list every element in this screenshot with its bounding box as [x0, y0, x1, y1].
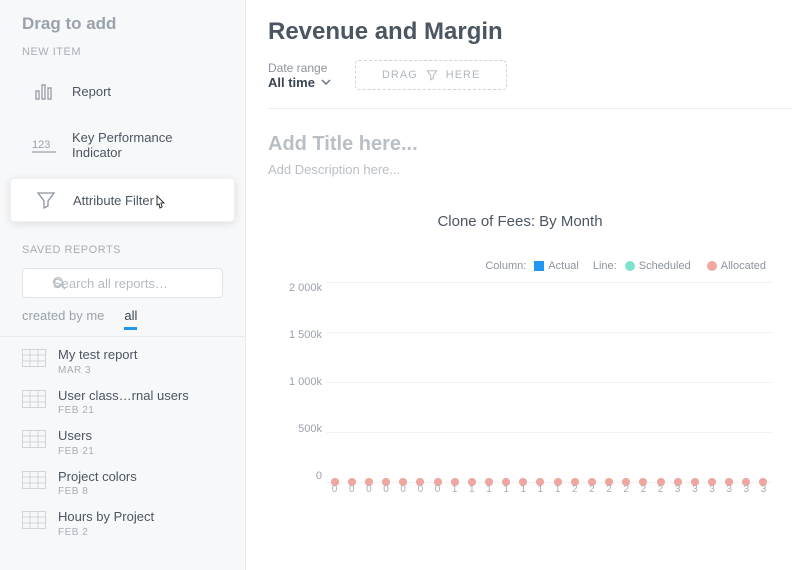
- saved-report-list[interactable]: My test report MAR 3 User class…rnal users…: [0, 336, 245, 570]
- new-item-label: Report: [72, 84, 111, 99]
- new-item-attribute-filter[interactable]: Attribute Filter: [10, 178, 235, 222]
- saved-report-date: MAR 3: [58, 365, 137, 376]
- date-range-label: Date range: [268, 61, 331, 75]
- svg-text:123: 123: [32, 139, 50, 151]
- saved-reports-section-label: SAVED REPORTS: [0, 240, 245, 264]
- search-icon: [52, 276, 66, 290]
- saved-report-date: FEB 21: [58, 405, 189, 416]
- saved-report-date: FEB 21: [58, 446, 94, 457]
- tab-created-by-me[interactable]: created by me: [22, 308, 104, 330]
- table-icon: [22, 349, 46, 367]
- kpi-123-icon: 123: [32, 134, 58, 156]
- legend-swatch-scheduled: [625, 261, 635, 271]
- saved-report-date: FEB 8: [58, 486, 137, 497]
- chevron-down-icon: [321, 79, 331, 85]
- chart-series-allocated: [326, 282, 772, 482]
- date-range-value: All time: [268, 75, 315, 90]
- chart-title: Clone of Fees: By Month: [268, 213, 772, 230]
- saved-report-name: Users: [58, 428, 94, 444]
- new-item-kpi[interactable]: 123 Key Performance Indicator: [10, 120, 235, 170]
- saved-report-name: My test report: [58, 347, 137, 363]
- chart-plot-area: 2 000k1 500k1 000k500k0 0000000111111122…: [326, 282, 772, 502]
- saved-report-item[interactable]: User class…rnal usersFEB 21: [0, 382, 245, 423]
- bar-chart-icon: [32, 80, 58, 102]
- drag-filter-dropzone[interactable]: DRAG HERE: [355, 60, 507, 90]
- chart-legend: Column: Actual Line: Scheduled Allocated: [268, 260, 772, 272]
- legend-swatch-allocated: [707, 261, 717, 271]
- table-icon: [22, 430, 46, 448]
- sidebar: Drag to add NEW ITEM Report 123 Key Perf…: [0, 0, 246, 570]
- widget-title-placeholder[interactable]: Add Title here...: [268, 133, 792, 156]
- drag-here-text-right: HERE: [446, 69, 481, 81]
- saved-report-item[interactable]: Users FEB 21: [0, 422, 245, 463]
- legend-series-actual: Actual: [548, 260, 579, 272]
- chart-widget: Clone of Fees: By Month Column: Actual L…: [268, 213, 792, 502]
- cursor-icon: [152, 195, 168, 213]
- date-range-filter[interactable]: Date range All time: [268, 61, 331, 90]
- saved-report-date: FEB 2: [58, 527, 154, 538]
- drag-to-add-heading: Drag to add: [0, 10, 245, 42]
- tab-all[interactable]: all: [124, 308, 137, 330]
- saved-report-name: Project colors: [58, 469, 137, 485]
- page-title: Revenue and Margin: [268, 18, 792, 46]
- legend-series-allocated: Allocated: [721, 260, 766, 272]
- drag-here-text-left: DRAG: [382, 69, 418, 81]
- table-icon: [22, 390, 46, 408]
- new-item-section-label: NEW ITEM: [0, 42, 245, 66]
- legend-series-scheduled: Scheduled: [639, 260, 691, 272]
- filter-bar: Date range All time DRAG HERE: [268, 60, 792, 109]
- saved-report-item[interactable]: Hours by Project FEB 2: [0, 503, 245, 544]
- funnel-icon: [426, 69, 438, 81]
- table-icon: [22, 471, 46, 489]
- x-axis-labels: 00000001111111222222333333: [326, 484, 772, 502]
- saved-reports-tabs: created by me all: [0, 308, 245, 336]
- saved-report-item[interactable]: My test report MAR 3: [0, 341, 245, 382]
- funnel-icon: [33, 189, 59, 211]
- new-item-report[interactable]: Report: [10, 70, 235, 112]
- legend-swatch-actual: [534, 261, 544, 271]
- new-item-label: Attribute Filter: [73, 193, 154, 208]
- legend-column-label: Column:: [485, 260, 526, 272]
- legend-line-label: Line:: [593, 260, 617, 272]
- saved-report-name: Hours by Project: [58, 509, 154, 525]
- widget-description-placeholder[interactable]: Add Description here...: [268, 162, 792, 177]
- new-item-label: Key Performance Indicator: [72, 130, 213, 160]
- saved-report-name: User class…rnal users: [58, 388, 189, 404]
- y-axis-labels: 2 000k1 500k1 000k500k0: [268, 282, 322, 482]
- saved-report-item[interactable]: Project colorsFEB 8: [0, 463, 245, 504]
- table-icon: [22, 511, 46, 529]
- main-area: Revenue and Margin Date range All time D…: [246, 0, 792, 570]
